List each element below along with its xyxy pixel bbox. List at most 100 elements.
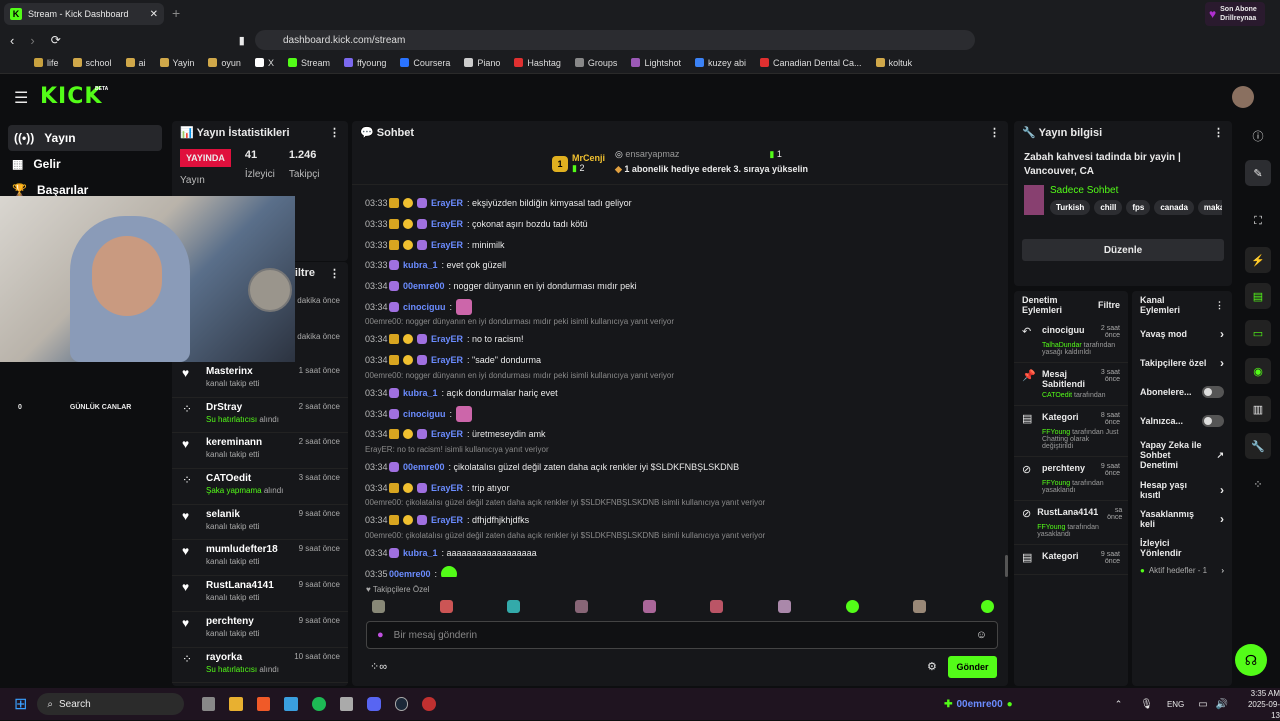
list-item[interactable]: ⁘ rayorka Su hatırlatıcısı alındı 10 saat ö…	[172, 648, 348, 684]
volume-icon[interactable]: 🔊	[1216, 699, 1228, 710]
active-goals[interactable]: ● Aktif hedefler - 1 ›	[1132, 562, 1232, 579]
channel-action-item[interactable]: Abonelere...	[1132, 377, 1232, 406]
moderator-name[interactable]: FFYoung	[1042, 429, 1070, 436]
settings-icon[interactable]: ⚙	[927, 660, 937, 673]
emote[interactable]	[980, 600, 994, 613]
bookmark-item[interactable]: ai	[125, 58, 146, 68]
more-icon[interactable]: ⋮	[329, 126, 340, 139]
avatar[interactable]	[1232, 86, 1254, 108]
list-item[interactable]: ♥ Masterinx kanalı takip etti 1 saat önce	[172, 362, 348, 398]
sidebar-item-yayin[interactable]: ((•)) Yayın	[8, 125, 162, 151]
language-indicator[interactable]: ENG	[1167, 700, 1184, 709]
message-username[interactable]: 00emre00	[389, 569, 431, 577]
chat-scrollbar[interactable]	[1005, 555, 1008, 577]
channel-action-item[interactable]: Takipçilere özel ›	[1132, 348, 1232, 377]
more-icon[interactable]: ⋮	[329, 267, 340, 280]
list-item[interactable]: ♥ perchteny kanalı takip etti 9 saat önce	[172, 612, 348, 648]
notification[interactable]: ♥ Son Abone Drillreynaa	[1205, 2, 1265, 26]
category-name[interactable]: Sadece Sohbet	[1050, 185, 1222, 196]
channel-action-item[interactable]: Yapay Zeka ile Sohbet Denetimi ↗	[1132, 435, 1232, 475]
fullscreen-icon[interactable]: ⛶	[1245, 208, 1271, 234]
chat-message[interactable]: 03:34 ErayER: trip atıyor	[352, 477, 1008, 498]
chat-message[interactable]: 03:34 kubra_1: aaaaaaaaaaaaaaaaaa	[352, 543, 1008, 564]
tag[interactable]: canada	[1154, 200, 1194, 215]
broadcast-icon[interactable]: ◉	[1245, 358, 1271, 384]
bookmark-item[interactable]: Coursera	[400, 58, 450, 68]
chat-message[interactable]: 03:34 ErayER: "sade" dondurma	[352, 350, 1008, 371]
bookmark-item[interactable]: Lightshot	[631, 58, 681, 68]
tag[interactable]: fps	[1126, 200, 1151, 215]
message-username[interactable]: 00emre00	[403, 462, 445, 472]
list-item[interactable]: ⁘ DrStray Su hatırlatıcısı alındı 2 saat ön…	[172, 398, 348, 434]
bookmark-item[interactable]: Canadian Dental Ca...	[760, 58, 862, 68]
wrench-icon[interactable]: 🔧	[1245, 433, 1271, 459]
message-username[interactable]: ErayER	[431, 198, 463, 208]
chat-message[interactable]: 03:34 00emre00: nogger dünyanın en iyi do…	[352, 276, 1008, 297]
message-username[interactable]: cinociguu	[403, 302, 446, 312]
bookmark-item[interactable]: Hashtag	[514, 58, 561, 68]
message-username[interactable]: ErayER	[431, 429, 463, 439]
layout-icon[interactable]: ▥	[1245, 396, 1271, 422]
bookmark-item[interactable]: koltuk	[875, 58, 912, 68]
moderator-name[interactable]: FFYoung	[1037, 524, 1065, 531]
menu-icon[interactable]: ☰	[14, 88, 28, 108]
bookmark-item[interactable]: life	[34, 58, 59, 68]
emote[interactable]	[913, 600, 927, 613]
message-username[interactable]: kubra_1	[403, 548, 438, 558]
list-item[interactable]: ♥ mumludefter18 kanalı takip etti 9 saat ön…	[172, 540, 348, 577]
list-item[interactable]: ♥ kereminann kanalı takip etti 2 saat önce	[172, 433, 348, 470]
taskbar-app-icon[interactable]	[201, 697, 216, 711]
mod-action-item[interactable]: ▤ Kategori 8 saat önce FFYoung tarafından J…	[1014, 406, 1128, 457]
taskbar-kick-widget[interactable]: ✚ 00emre00 ●	[944, 699, 1013, 710]
bookmark-item[interactable]: Stream	[287, 58, 330, 68]
filter-label[interactable]: Filtre	[1098, 300, 1120, 310]
taskbar-app-icon[interactable]	[256, 697, 271, 711]
channel-action-item[interactable]: Yasaklanmış keli ›	[1132, 504, 1232, 533]
emote[interactable]	[574, 600, 588, 613]
mod-action-item[interactable]: 📌 Mesaj Sabitlendi 3 saat önce CATOedit tar…	[1014, 363, 1128, 406]
bookmark-item[interactable]: Groups	[574, 58, 617, 68]
tag[interactable]: maka	[1197, 200, 1222, 215]
channel-action-item[interactable]: Hesap yaşı kısıtl ›	[1132, 475, 1232, 504]
chat-input[interactable]: ● Bir mesaj gönderin ☺	[366, 621, 998, 649]
info-icon[interactable]: ⓘ	[1245, 123, 1271, 149]
channel-action-item[interactable]: Yalnızca...	[1132, 406, 1232, 435]
top-gifter-name[interactable]: MrCenji	[572, 153, 605, 163]
chat-message[interactable]: 03:33 ErayER: çokonat aşırı bozdu tadı kö…	[352, 214, 1008, 235]
message-username[interactable]: ErayER	[431, 219, 463, 229]
chat-message[interactable]: 03:33 ErayER: ekşiyüzden bildiğin kimyasa…	[352, 193, 1008, 214]
document-icon[interactable]: ▤	[1245, 283, 1271, 309]
chat-message[interactable]: 03:34 cinociguu:	[352, 296, 1008, 317]
chat-message[interactable]: 03:33 kubra_1: evet çok güzell	[352, 255, 1008, 276]
discord-icon[interactable]	[367, 697, 381, 711]
mod-action-item[interactable]: ↶ cinociguu 2 saat önce TalhaDundar tarafın…	[1014, 319, 1128, 363]
edit-icon[interactable]: ✎	[1245, 160, 1271, 186]
browser-tab[interactable]: K Stream - Kick Dashboard ✕	[4, 3, 164, 25]
sidebar-item-gelir[interactable]: ▦ Gelir	[0, 151, 170, 177]
taskbar-app-icon[interactable]	[422, 697, 437, 711]
message-username[interactable]: 00emre00	[403, 281, 445, 291]
bookmark-icon[interactable]: ▮	[239, 34, 245, 47]
emote[interactable]	[439, 600, 453, 613]
channel-action-item[interactable]: Yavaş mod ›	[1132, 319, 1232, 348]
message-username[interactable]: cinociguu	[403, 409, 446, 419]
forward-icon[interactable]: ›	[30, 33, 34, 48]
windows-start-icon[interactable]: ⊞	[14, 694, 27, 714]
list-item[interactable]: ♥ RustLana4141 kanalı takip etti 9 saat önc…	[172, 576, 348, 612]
taskbar-app-icon[interactable]	[339, 697, 354, 711]
chat-message[interactable]: 03:35 00emre00:	[352, 563, 1008, 577]
mod-action-item[interactable]: ⊘ RustLana4141 sa önce FFYoung tarafından y…	[1014, 501, 1128, 545]
moderator-name[interactable]: FFYoung	[1042, 480, 1070, 487]
emote[interactable]	[372, 600, 385, 613]
channel-action-item[interactable]: İzleyici Yönlendir	[1132, 533, 1232, 562]
gifter-name[interactable]: ensaryapmaz	[625, 149, 679, 159]
points-icon[interactable]: ⁘	[1245, 471, 1271, 497]
bookmark-item[interactable]: Yayin	[159, 58, 194, 68]
chat-message[interactable]: 03:34 ErayER: no to racism!	[352, 329, 1008, 350]
steam-icon[interactable]	[394, 697, 409, 711]
more-icon[interactable]: ⋮	[1213, 126, 1224, 139]
message-username[interactable]: ErayER	[431, 515, 463, 525]
edit-button[interactable]: Düzenle	[1022, 239, 1224, 261]
clock[interactable]: 3:35 AM 2025-09-13	[1240, 688, 1280, 721]
emote[interactable]	[642, 600, 656, 613]
